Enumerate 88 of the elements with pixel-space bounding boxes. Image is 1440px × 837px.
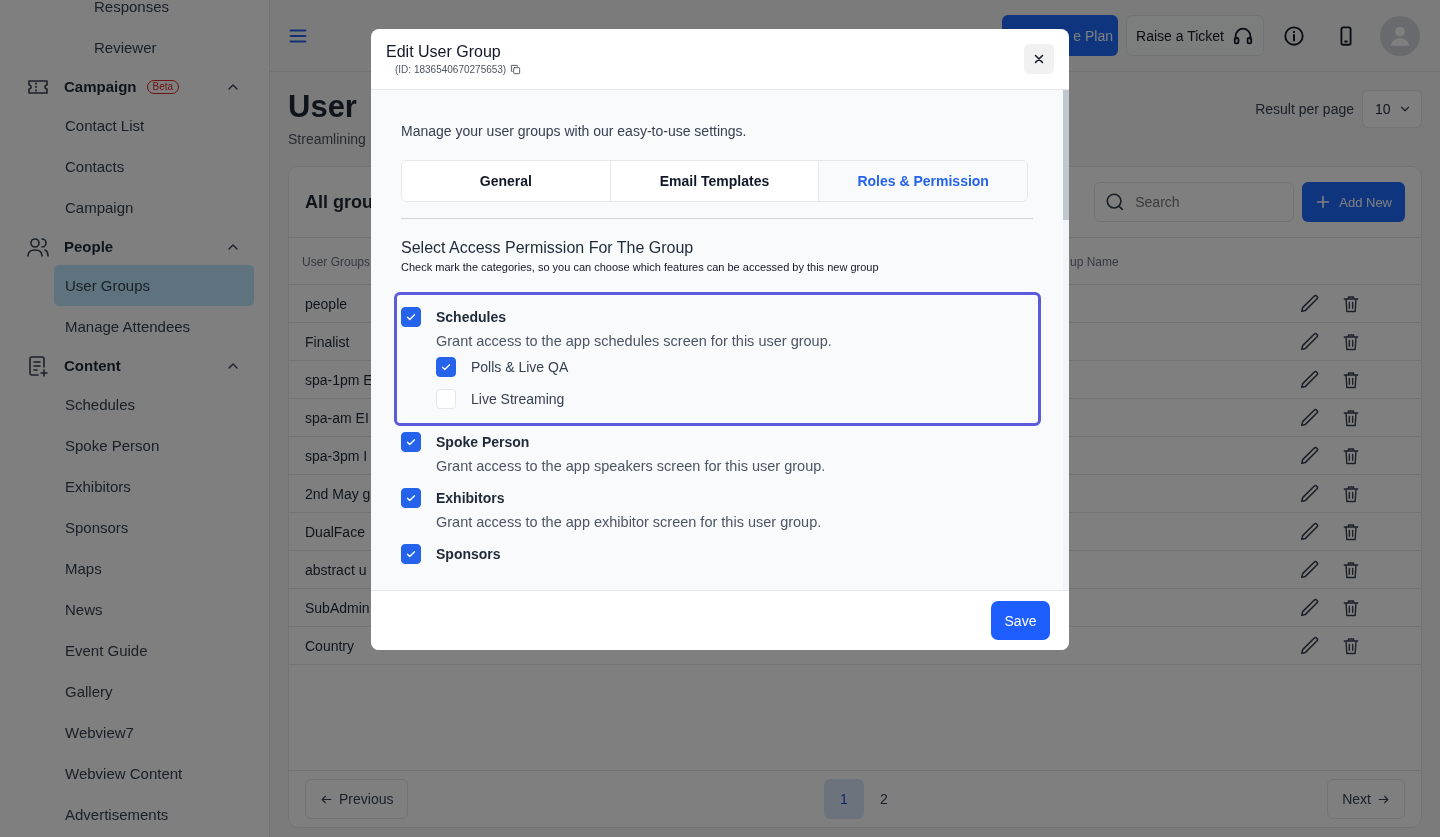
- sidebar-item[interactable]: Maps: [54, 548, 254, 589]
- table-cell: spa-am EI: [305, 409, 369, 426]
- permission-label: Spoke Person: [436, 434, 530, 450]
- sidebar-item[interactable]: Webview7: [54, 712, 254, 753]
- tab[interactable]: General: [402, 161, 611, 201]
- check-icon: [405, 311, 417, 323]
- table-cell: Finalist: [305, 333, 350, 350]
- pencil-icon[interactable]: [1299, 634, 1321, 657]
- table-cell: people: [305, 295, 348, 312]
- checkbox[interactable]: [401, 544, 421, 564]
- permission-label: Polls & Live QA: [471, 359, 569, 375]
- check-icon: [405, 548, 417, 560]
- sidebar-item[interactable]: Event Guide: [54, 630, 254, 671]
- permission-label: Sponsors: [436, 546, 501, 562]
- search-field[interactable]: Search: [1094, 182, 1295, 222]
- pencil-icon[interactable]: [1299, 292, 1321, 315]
- ticket-button[interactable]: Raise a Ticket: [1126, 15, 1264, 56]
- section-heading: Select Access Permission For The Group: [401, 239, 695, 257]
- table-cell: SubAdmin: [305, 599, 370, 616]
- check-icon: [440, 361, 452, 373]
- sidebar-item[interactable]: Advertisements: [54, 794, 254, 835]
- dialog-title: Edit User Group: [386, 43, 502, 61]
- sidebar-item[interactable]: Contacts: [54, 146, 254, 187]
- permission-description: Grant access to the app exhibitor screen for this user group.: [436, 514, 823, 530]
- pencil-icon[interactable]: [1299, 406, 1321, 429]
- check-icon: [405, 492, 417, 504]
- pencil-icon[interactable]: [1299, 330, 1321, 353]
- table-cell: DualFace: [305, 523, 365, 540]
- page-title: User: [288, 89, 358, 125]
- plus-icon: [1315, 194, 1332, 210]
- table-cell: spa-3pm I: [305, 447, 368, 464]
- sidebar-item[interactable]: Gallery: [54, 671, 254, 712]
- sidebar-item[interactable]: Sponsors: [54, 507, 254, 548]
- scrollbar[interactable]: [1063, 90, 1069, 590]
- card-title: All grou: [305, 191, 373, 213]
- permission-description: Grant access to the app speakers screen for this user group.: [436, 458, 827, 474]
- tab[interactable]: Roles & Permission: [819, 161, 1027, 201]
- page-button[interactable]: 1: [823, 779, 864, 819]
- add-new-button[interactable]: Add New: [1302, 182, 1405, 222]
- table-cell: abstract u: [305, 561, 367, 578]
- sidebar-item[interactable]: Manage Attendees: [54, 306, 254, 347]
- result-per-page-select[interactable]: 10: [1362, 90, 1422, 128]
- column-header: up Name: [1070, 255, 1119, 269]
- next-button[interactable]: Next: [1327, 779, 1405, 819]
- sidebar-item[interactable]: User Groups: [54, 265, 254, 306]
- permission-label: Exhibitors: [436, 490, 505, 506]
- sidebar-section[interactable]: Content: [64, 357, 121, 374]
- section-description: Check mark the categories, so you can choose which features can be accessed by this new group: [401, 261, 880, 273]
- table-cell: Country: [305, 637, 355, 654]
- sidebar-section[interactable]: Campaign: [64, 78, 137, 95]
- table-cell: 2nd May g: [305, 485, 371, 502]
- pencil-icon[interactable]: [1299, 368, 1321, 391]
- previous-button[interactable]: Previous: [305, 779, 409, 819]
- sidebar-item[interactable]: Contact List: [54, 105, 254, 146]
- sidebar-item[interactable]: Webview Content: [54, 753, 254, 794]
- page-button[interactable]: 2: [863, 779, 904, 819]
- sidebar-item[interactable]: Exhibitors: [54, 466, 254, 507]
- intro-text: Manage your user groups with our easy-to-use settings.: [401, 123, 748, 139]
- result-per-page-label: Result per page: [1255, 101, 1354, 117]
- check-icon: [405, 436, 417, 448]
- pencil-icon[interactable]: [1299, 558, 1321, 581]
- column-header: User Groups: [302, 255, 371, 269]
- group-id: (ID: 1836540670275653): [395, 64, 507, 75]
- sidebar-item[interactable]: Schedules: [54, 384, 254, 425]
- sidebar-item[interactable]: Reviewer: [0, 27, 269, 68]
- pencil-icon[interactable]: [1299, 482, 1321, 505]
- checkbox[interactable]: [401, 488, 421, 508]
- checkbox[interactable]: [436, 357, 456, 377]
- sidebar-item[interactable]: Spoke Person: [54, 425, 254, 466]
- checkbox[interactable]: [401, 307, 421, 327]
- close-icon: [1032, 52, 1046, 66]
- save-button[interactable]: Save: [991, 601, 1050, 640]
- permission-description: Grant access to the app schedules screen for this user group.: [436, 333, 833, 349]
- document-plus-icon: [26, 353, 50, 378]
- permission-label: Schedules: [436, 309, 507, 325]
- pencil-icon[interactable]: [1299, 596, 1321, 619]
- checkbox[interactable]: [401, 432, 421, 452]
- close-button[interactable]: [1024, 44, 1054, 74]
- permission-label: Live Streaming: [471, 391, 565, 407]
- pencil-icon[interactable]: [1299, 444, 1321, 467]
- info-icon[interactable]: [1283, 24, 1305, 47]
- sidebar-item[interactable]: News: [54, 589, 254, 630]
- sidebar-item[interactable]: Responses: [0, 0, 269, 27]
- pencil-icon[interactable]: [1299, 520, 1321, 543]
- copy-icon[interactable]: [510, 64, 522, 75]
- sidebar-item[interactable]: Campaign: [54, 187, 254, 228]
- sidebar-section[interactable]: People: [64, 238, 114, 255]
- page-subtitle: Streamlining: [288, 131, 366, 147]
